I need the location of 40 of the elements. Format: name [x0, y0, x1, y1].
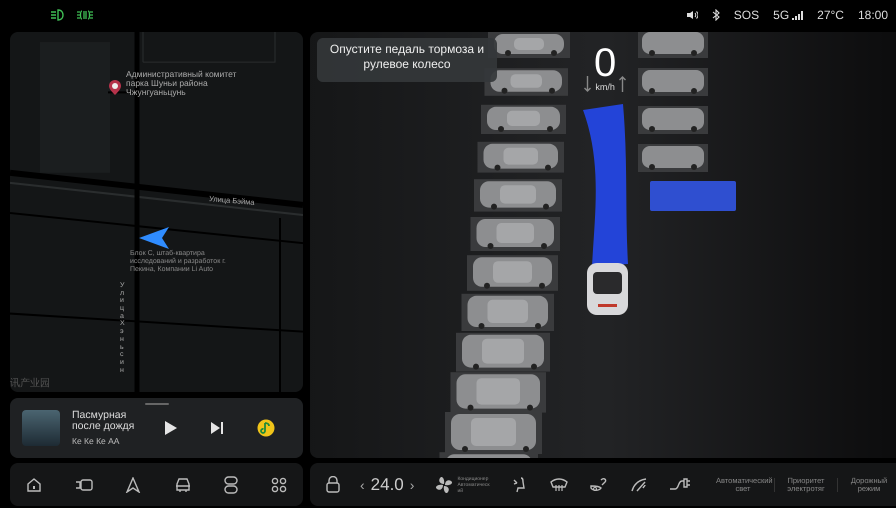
instruction-banner: Опустите педаль тормоза и рулевое колесо — [317, 38, 497, 82]
play-icon[interactable] — [164, 420, 178, 436]
home-icon[interactable] — [26, 476, 42, 492]
plug-icon[interactable] — [669, 476, 692, 492]
skip-next-icon[interactable] — [210, 421, 224, 435]
defrost-icon[interactable] — [549, 476, 570, 492]
down-arrow-icon — [584, 76, 591, 92]
mirror-icon[interactable] — [589, 476, 610, 492]
parking-light-icon — [76, 9, 94, 21]
camera-icon[interactable] — [74, 478, 93, 492]
artist-name: Ке Ке Ке АА — [72, 436, 120, 446]
up-arrow-icon — [619, 76, 626, 92]
music-app-icon[interactable] — [257, 419, 275, 437]
headlight-icon — [50, 9, 64, 21]
fan-icon[interactable] — [434, 474, 454, 494]
album-art-placeholder — [22, 410, 60, 446]
navigation-arrow-icon — [138, 226, 170, 250]
temperature-value: 24.0 — [370, 474, 404, 494]
bluetooth-icon — [712, 9, 720, 21]
song-title: Пасмурная после дождя — [72, 410, 136, 432]
apps-grid-icon[interactable] — [270, 476, 287, 492]
volume-icon — [686, 10, 698, 20]
drag-handle[interactable] — [145, 403, 169, 405]
signal-icon — [792, 10, 804, 20]
temperature-down-button[interactable]: ‹ — [360, 476, 365, 492]
car-icon[interactable] — [174, 476, 192, 492]
speed-value: 0 — [594, 44, 616, 82]
poi-label: Административный комитет парка Шуньи района Чжунгуаньцунь — [126, 70, 238, 97]
temperature-label: 27°C — [817, 8, 844, 22]
lock-icon[interactable] — [326, 476, 340, 493]
own-car — [587, 263, 628, 315]
speed-unit: km/h — [595, 82, 615, 92]
toggle-icon[interactable] — [224, 476, 238, 494]
navigation-icon[interactable] — [125, 476, 142, 492]
clock: 18:00 — [858, 8, 888, 22]
network-label: 5G — [773, 8, 790, 22]
map-pin-icon — [108, 80, 122, 96]
temperature-up-button[interactable]: › — [410, 476, 414, 492]
area-label: 讯产业园 — [10, 376, 50, 390]
sos-label: SOS — [734, 8, 760, 22]
